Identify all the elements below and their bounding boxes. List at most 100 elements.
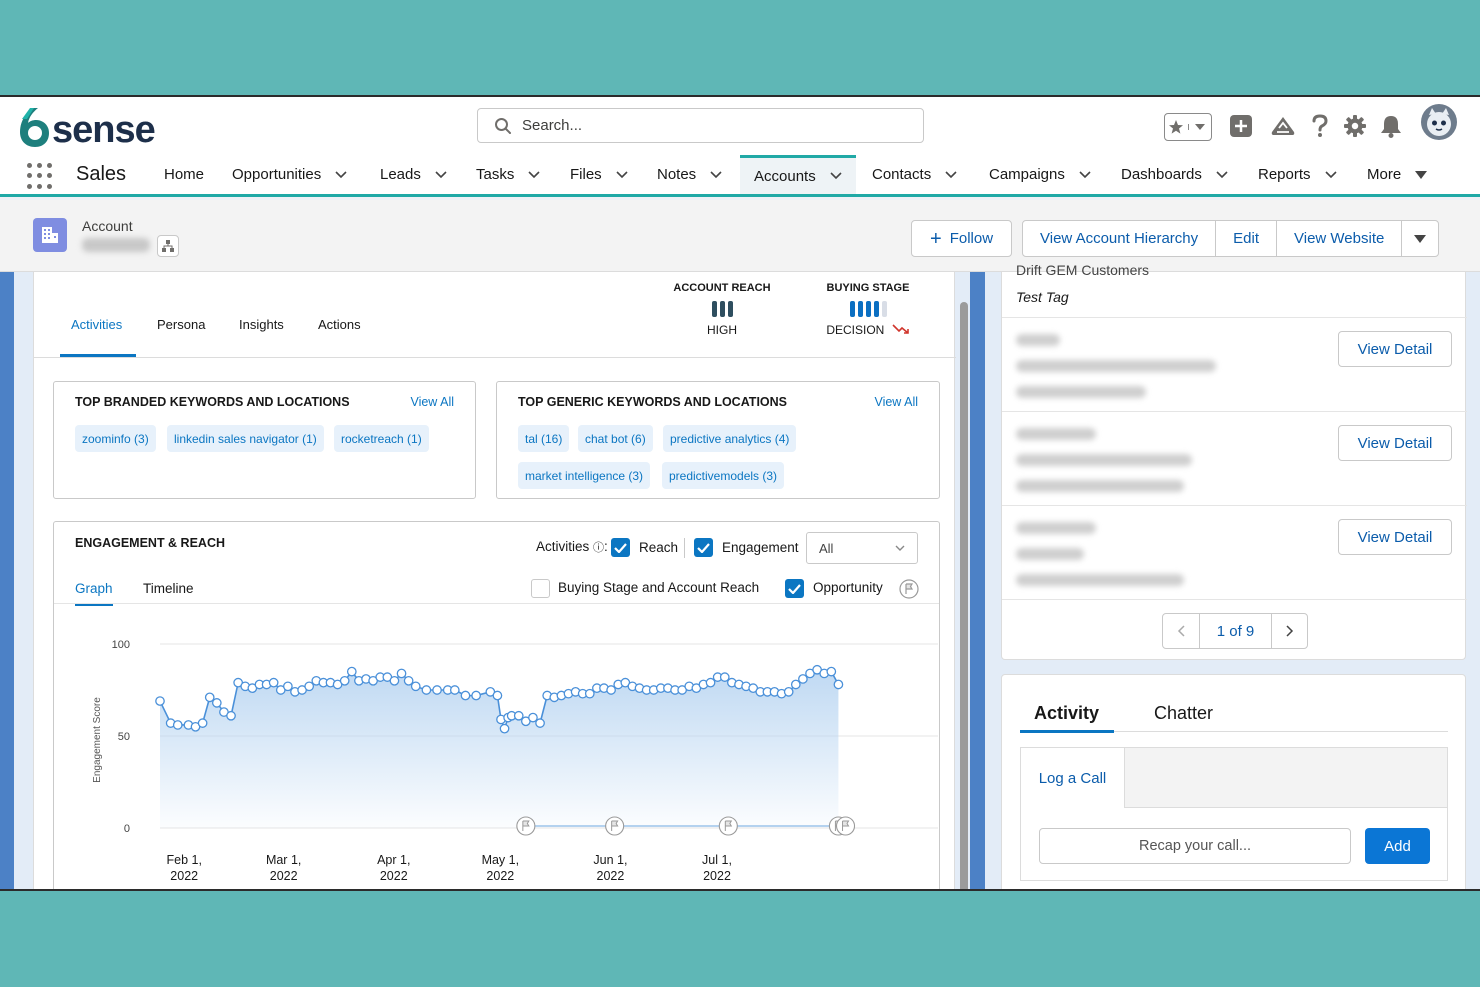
nav-item-opportunities[interactable]: Opportunities [218, 155, 361, 194]
chevron-down-icon[interactable] [1216, 170, 1228, 179]
nav-item-label: Dashboards [1121, 166, 1202, 183]
nav-item-leads[interactable]: Leads [366, 155, 461, 194]
data-point [606, 685, 616, 695]
branded-view-all-link[interactable]: View All [410, 395, 454, 409]
chevron-down-icon[interactable] [335, 170, 347, 179]
keyword-chip[interactable]: predictive analytics (4) [663, 425, 797, 452]
setup-button[interactable] [1342, 109, 1368, 143]
keyword-chip[interactable]: predictivemodels (3) [662, 462, 785, 489]
add-button[interactable]: Add [1365, 828, 1430, 864]
recap-call-input[interactable]: Recap your call... [1039, 828, 1351, 864]
global-header: sense Search... [0, 97, 1480, 155]
search-placeholder: Search... [522, 117, 583, 134]
trailhead-button[interactable] [1269, 109, 1297, 143]
nav-item-reports[interactable]: Reports [1244, 155, 1351, 194]
y-axis-label: Engagement Score [92, 697, 103, 783]
data-point [492, 690, 503, 701]
edit-button[interactable]: Edit [1215, 221, 1276, 256]
favorites-button[interactable] [1164, 113, 1212, 141]
data-point [471, 690, 481, 701]
plus-icon: + [930, 227, 942, 250]
app-launcher-icon[interactable] [27, 163, 53, 189]
more-actions-button[interactable] [1401, 221, 1438, 256]
data-point [268, 677, 279, 688]
tab-persona[interactable]: Persona [157, 317, 205, 332]
generic-view-all-link[interactable]: View All [874, 395, 918, 409]
buying-stage-value-row: DECISION [820, 323, 916, 337]
chevron-down-icon[interactable] [1324, 170, 1337, 179]
chevron-down-icon[interactable] [616, 170, 628, 179]
view-account-hierarchy-button[interactable]: View Account Hierarchy [1023, 221, 1215, 256]
avatar-icon [1421, 104, 1457, 140]
nav-item-more[interactable]: More [1353, 155, 1441, 194]
chevron-down-icon[interactable] [830, 172, 842, 180]
checkmark-icon [697, 542, 710, 553]
notifications-button[interactable] [1378, 109, 1404, 143]
nav-item-contacts[interactable]: Contacts [858, 155, 971, 194]
record-action-group: View Account Hierarchy Edit View Website [1022, 220, 1440, 257]
help-button[interactable] [1308, 109, 1332, 143]
engagement-checkbox[interactable] [694, 538, 713, 557]
chevron-down-icon[interactable] [435, 170, 447, 179]
y-tick-label: 0 [124, 823, 130, 835]
tab-chatter[interactable]: Chatter [1154, 703, 1213, 724]
prev-page-button[interactable] [1163, 614, 1199, 648]
nav-item-label: Notes [657, 166, 697, 183]
scrollbar[interactable] [960, 302, 968, 889]
activity-filter-value: All [819, 540, 834, 556]
user-avatar[interactable] [1420, 103, 1458, 141]
keyword-chip[interactable]: zoominfo (3) [75, 425, 156, 452]
tab-activity[interactable]: Activity [1034, 703, 1099, 724]
view-detail-button[interactable]: View Detail [1338, 331, 1452, 367]
view-website-button[interactable]: View Website [1276, 221, 1401, 256]
chevron-down-icon[interactable] [945, 170, 957, 179]
generic-keywords-card: TOP GENERIC KEYWORDS AND LOCATIONS View … [496, 381, 940, 499]
favorites-menu-icon[interactable] [1187, 124, 1212, 130]
global-search[interactable]: Search... [477, 108, 924, 143]
nav-item-dashboards[interactable]: Dashboards [1107, 155, 1242, 194]
star-icon[interactable] [1165, 119, 1188, 135]
caret-down-icon[interactable] [1415, 170, 1428, 179]
hierarchy-button[interactable] [157, 235, 179, 257]
log-a-call-tab[interactable]: Log a Call [1021, 748, 1124, 808]
level-bar [849, 301, 855, 317]
bell-icon [1381, 116, 1401, 138]
activity-filter-select[interactable]: All [806, 532, 918, 564]
nav-item-files[interactable]: Files [556, 155, 642, 194]
nav-item-accounts[interactable]: Accounts [740, 155, 856, 194]
follow-button[interactable]: + Follow [911, 220, 1013, 257]
tab-activities[interactable]: Activities [71, 317, 122, 332]
generic-keywords-title: TOP GENERIC KEYWORDS AND LOCATIONS [518, 395, 788, 409]
tab-insights[interactable]: Insights [239, 317, 284, 332]
nav-item-home[interactable]: Home [150, 155, 218, 194]
view-detail-button[interactable]: View Detail [1338, 519, 1452, 555]
tab-actions[interactable]: Actions [318, 317, 361, 332]
nav-item-label: Home [164, 166, 205, 183]
background-pattern [0, 272, 14, 889]
keyword-chip[interactable]: chat bot (6) [578, 425, 653, 452]
x-tick-label: 2022 [380, 869, 408, 883]
global-actions-button[interactable] [1228, 109, 1254, 143]
tab-graph[interactable]: Graph [75, 581, 113, 606]
info-icon[interactable]: ⓘ [593, 542, 604, 554]
nav-item-notes[interactable]: Notes [643, 155, 736, 194]
app-logo[interactable]: sense [18, 105, 183, 149]
nav-item-label: More [1367, 166, 1402, 183]
reach-checkbox[interactable] [611, 538, 630, 557]
keyword-chip[interactable]: linkedin sales navigator (1) [167, 425, 324, 452]
truncated-segment-label: Drift GEM Customers [1016, 262, 1150, 278]
data-point [346, 666, 357, 677]
keyword-chip[interactable]: market intelligence (3) [518, 462, 651, 489]
next-page-button[interactable] [1271, 614, 1307, 648]
chevron-down-icon[interactable] [1079, 170, 1091, 179]
view-detail-button[interactable]: View Detail [1338, 425, 1452, 461]
keyword-chip[interactable]: rocketreach (1) [334, 425, 429, 452]
nav-item-campaigns[interactable]: Campaigns [975, 155, 1105, 194]
chevron-down-icon[interactable] [528, 170, 540, 179]
tab-timeline[interactable]: Timeline [143, 581, 194, 596]
x-tick-label: 2022 [597, 869, 625, 883]
nav-item-tasks[interactable]: Tasks [462, 155, 554, 194]
segments-card: Drift GEM Customers Test Tag View Detail… [1001, 262, 1467, 660]
keyword-chip[interactable]: tal (16) [518, 425, 570, 452]
chevron-down-icon[interactable] [710, 170, 722, 179]
